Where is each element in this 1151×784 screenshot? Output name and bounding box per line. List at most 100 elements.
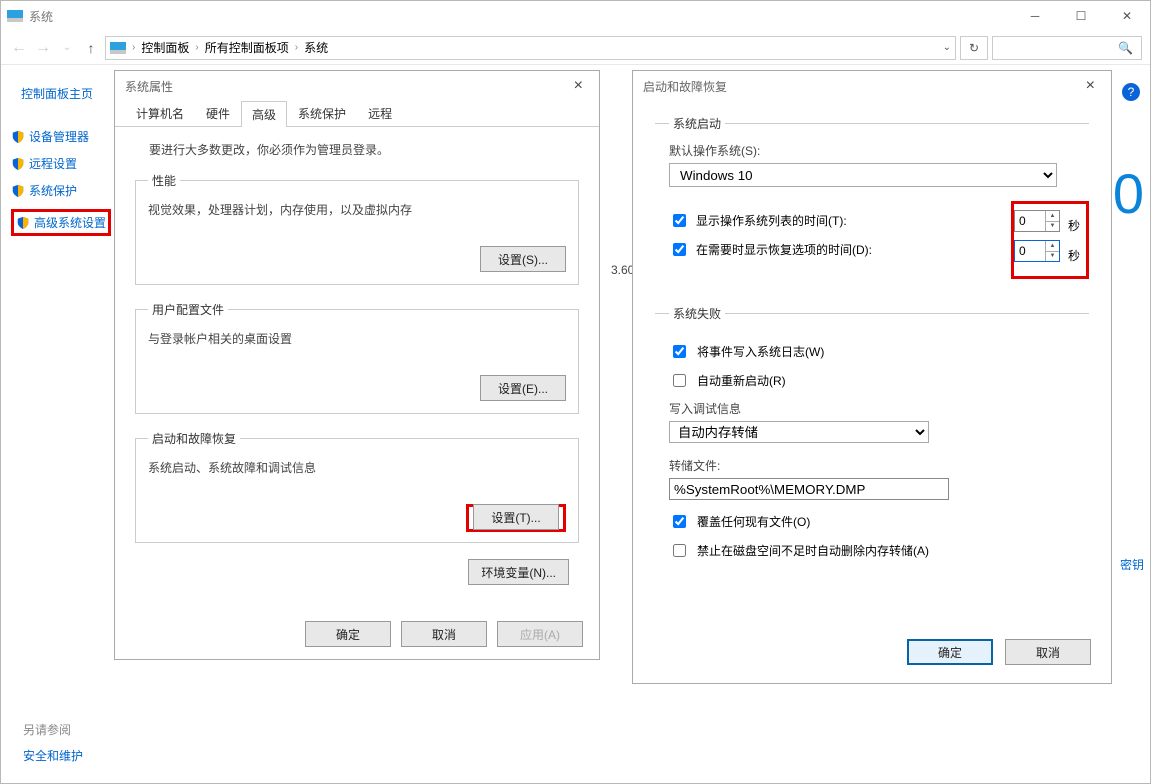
breadcrumb-0[interactable]: 控制面板 <box>141 39 189 56</box>
security-maintenance-link[interactable]: 安全和维护 <box>23 747 83 764</box>
timing-highlight: ▲▼ 秒 ▲▼ 秒 <box>1011 201 1089 279</box>
dialog2-title: 启动和故障恢复 <box>643 78 727 95</box>
recovery-time-spinner[interactable]: ▲▼ <box>1014 240 1060 262</box>
debug-type-select[interactable]: 自动内存转储 <box>669 421 929 443</box>
os-list-time-spinner[interactable]: ▲▼ <box>1014 210 1060 232</box>
overwrite-checkbox[interactable] <box>673 515 686 528</box>
maximize-button[interactable]: ☐ <box>1058 2 1104 31</box>
dialog1-title: 系统属性 <box>125 78 173 95</box>
breadcrumb-sep: › <box>132 42 135 53</box>
tab-system-protection[interactable]: 系统保护 <box>287 100 357 126</box>
tab-hardware[interactable]: 硬件 <box>195 100 241 126</box>
dialog2-close-button[interactable]: × <box>1080 77 1101 95</box>
system-startup-legend: 系统启动 <box>669 115 725 132</box>
show-recovery-checkbox[interactable] <box>673 243 686 256</box>
close-button[interactable]: ✕ <box>1104 2 1150 31</box>
dialog2-footer: 确定 取消 <box>907 639 1091 665</box>
advanced-system-settings-link[interactable]: 高级系统设置 <box>34 214 106 231</box>
recovery-time-input[interactable] <box>1015 241 1045 261</box>
os-list-time-input[interactable] <box>1015 211 1045 231</box>
default-os-label: 默认操作系统(S): <box>669 142 1089 159</box>
startup-settings-button[interactable]: 设置(T)... <box>473 504 559 530</box>
see-also-label: 另请参阅 <box>23 721 71 738</box>
tab-strip: 计算机名 硬件 高级 系统保护 远程 <box>115 101 599 127</box>
dialog1-apply-button: 应用(A) <box>497 621 583 647</box>
search-icon: 🔍 <box>1118 41 1133 55</box>
dump-file-label: 转储文件: <box>669 457 1089 474</box>
tab-advanced[interactable]: 高级 <box>241 101 287 127</box>
show-os-list-label: 显示操作系统列表的时间(T): <box>696 212 847 229</box>
dialog1-titlebar: 系统属性 × <box>115 71 599 101</box>
device-manager-link[interactable]: 设备管理器 <box>11 128 121 145</box>
address-icon <box>110 42 126 54</box>
admin-notice: 要进行大多数更改，你必须作为管理员登录。 <box>135 141 579 158</box>
forward-button[interactable]: → <box>33 39 53 57</box>
remote-settings-link[interactable]: 远程设置 <box>11 155 121 172</box>
environment-variables-button[interactable]: 环境变量(N)... <box>468 559 569 585</box>
user-profiles-settings-button[interactable]: 设置(E)... <box>480 375 566 401</box>
auto-restart-checkbox[interactable] <box>673 374 686 387</box>
performance-settings-button[interactable]: 设置(S)... <box>480 246 566 272</box>
performance-legend: 性能 <box>148 172 180 189</box>
shield-icon <box>11 130 25 144</box>
address-bar-row: ← → ⌄ ↑ › 控制面板 › 所有控制面板项 › 系统 ⌄ ↻ 🔍 <box>1 31 1150 65</box>
dialog1-ok-button[interactable]: 确定 <box>305 621 391 647</box>
minimize-button[interactable]: ─ <box>1012 2 1058 31</box>
breadcrumb-2[interactable]: 系统 <box>304 39 328 56</box>
startup-recovery-desc: 系统启动、系统故障和调试信息 <box>148 459 566 476</box>
breadcrumb-sep: › <box>195 42 198 53</box>
spin-down-icon[interactable]: ▼ <box>1046 252 1059 262</box>
spin-up-icon[interactable]: ▲ <box>1046 211 1059 222</box>
seconds-label: 秒 <box>1068 247 1080 264</box>
control-panel-home-link[interactable]: 控制面板主页 <box>21 85 121 102</box>
system-protection-link[interactable]: 系统保护 <box>11 182 121 199</box>
seconds-label: 秒 <box>1068 217 1080 234</box>
big-zero: 0 <box>1113 161 1144 226</box>
tab-computer-name[interactable]: 计算机名 <box>125 100 195 126</box>
startup-recovery-fieldset: 启动和故障恢复 系统启动、系统故障和调试信息 设置(T)... <box>135 430 579 543</box>
spin-up-icon[interactable]: ▲ <box>1046 241 1059 252</box>
breadcrumb-sep: › <box>295 42 298 53</box>
product-key-link[interactable]: 密钥 <box>1120 556 1144 573</box>
left-pane: 控制面板主页 设备管理器 远程设置 系统保护 高级系统设置 <box>11 75 121 236</box>
up-button[interactable]: ↑ <box>81 40 101 56</box>
performance-desc: 视觉效果，处理器计划，内存使用，以及虚拟内存 <box>148 201 566 218</box>
system-icon <box>7 10 23 22</box>
recent-dropdown[interactable]: ⌄ <box>57 42 77 53</box>
dialog1-body: 要进行大多数更改，你必须作为管理员登录。 性能 视觉效果，处理器计划，内存使用，… <box>115 127 599 599</box>
breadcrumb-1[interactable]: 所有控制面板项 <box>205 39 289 56</box>
system-startup-fieldset: 系统启动 默认操作系统(S): Windows 10 显示操作系统列表的时间(T… <box>655 115 1089 289</box>
default-os-select[interactable]: Windows 10 <box>669 163 1057 187</box>
write-log-label: 将事件写入系统日志(W) <box>697 343 824 360</box>
disable-auto-delete-checkbox[interactable] <box>673 544 686 557</box>
dialog2-body: 系统启动 默认操作系统(S): Windows 10 显示操作系统列表的时间(T… <box>633 101 1111 580</box>
dialog2-ok-button[interactable]: 确定 <box>907 639 993 665</box>
address-bar[interactable]: › 控制面板 › 所有控制面板项 › 系统 ⌄ <box>105 36 956 60</box>
dialog1-close-button[interactable]: × <box>568 77 589 95</box>
dump-file-input[interactable] <box>669 478 949 500</box>
dialog1-cancel-button[interactable]: 取消 <box>401 621 487 647</box>
tab-remote[interactable]: 远程 <box>357 100 403 126</box>
write-log-checkbox[interactable] <box>673 345 686 358</box>
back-button[interactable]: ← <box>9 39 29 57</box>
disable-auto-delete-label: 禁止在磁盘空间不足时自动删除内存转储(A) <box>697 542 929 559</box>
startup-recovery-dialog: 启动和故障恢复 × 系统启动 默认操作系统(S): Windows 10 显示操… <box>632 70 1112 684</box>
help-icon[interactable]: ? <box>1122 83 1140 101</box>
refresh-button[interactable]: ↻ <box>960 36 988 60</box>
titlebar: 系统 ─ ☐ ✕ <box>1 1 1150 31</box>
user-profiles-legend: 用户配置文件 <box>148 301 228 318</box>
dialog2-cancel-button[interactable]: 取消 <box>1005 639 1091 665</box>
user-profiles-desc: 与登录帐户相关的桌面设置 <box>148 330 566 347</box>
advanced-system-settings-highlight: 高级系统设置 <box>11 209 111 236</box>
startup-settings-highlight: 设置(T)... <box>466 504 566 532</box>
show-os-list-checkbox[interactable] <box>673 214 686 227</box>
user-profiles-fieldset: 用户配置文件 与登录帐户相关的桌面设置 设置(E)... <box>135 301 579 414</box>
dialog1-footer: 确定 取消 应用(A) <box>305 621 583 647</box>
shield-icon <box>16 216 30 230</box>
system-failure-legend: 系统失败 <box>669 305 725 322</box>
address-dropdown-icon[interactable]: ⌄ <box>943 42 951 53</box>
shield-icon <box>11 184 25 198</box>
system-properties-dialog: 系统属性 × 计算机名 硬件 高级 系统保护 远程 要进行大多数更改，你必须作为… <box>114 70 600 660</box>
search-box[interactable]: 🔍 <box>992 36 1142 60</box>
spin-down-icon[interactable]: ▼ <box>1046 222 1059 232</box>
